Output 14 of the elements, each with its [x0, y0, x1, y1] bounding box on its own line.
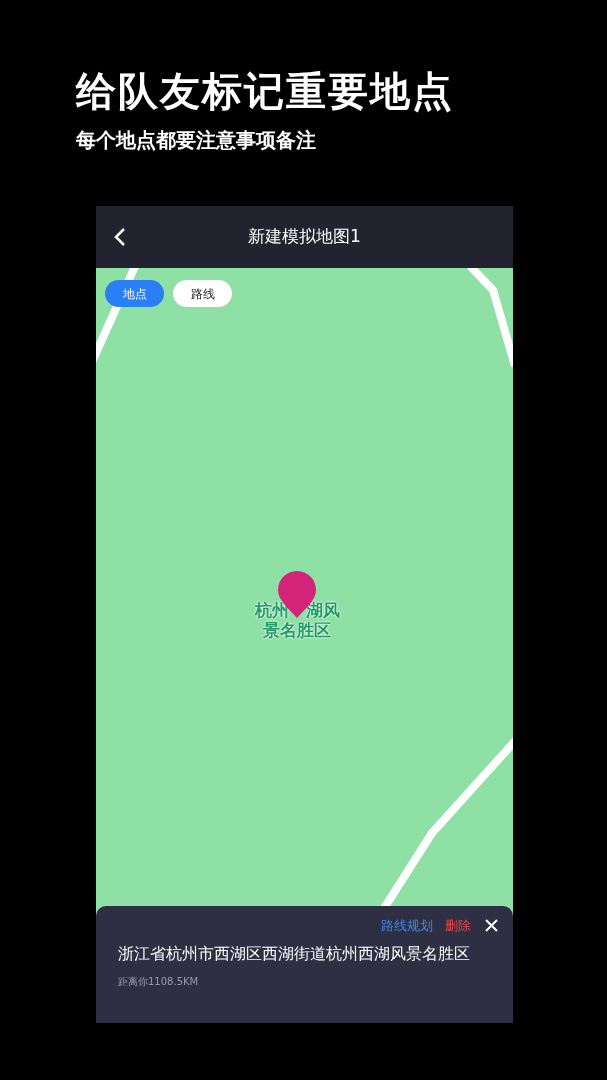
close-button[interactable] — [483, 917, 499, 934]
map-place-label: 湖风 — [305, 600, 340, 620]
close-icon — [484, 919, 498, 933]
map-tab[interactable]: 路线 — [173, 280, 232, 307]
headline: 给队友标记重要地点 — [76, 68, 455, 114]
distance-text: 距离你1108.5KM — [118, 974, 200, 989]
subheadline: 每个地点都要注意事项备注 — [76, 127, 317, 154]
map-tab[interactable]: 地点 — [105, 280, 164, 307]
place-address: 浙江省杭州市西湖区西湖街道杭州西湖风景名胜区 — [118, 942, 471, 965]
screen-title: 新建模拟地图1 — [248, 225, 361, 249]
route-planning-link[interactable]: 路线规划 — [381, 916, 433, 936]
map-place-label: 景名胜区 — [263, 620, 331, 640]
delete-link[interactable]: 删除 — [445, 916, 471, 936]
back-icon — [114, 227, 126, 247]
